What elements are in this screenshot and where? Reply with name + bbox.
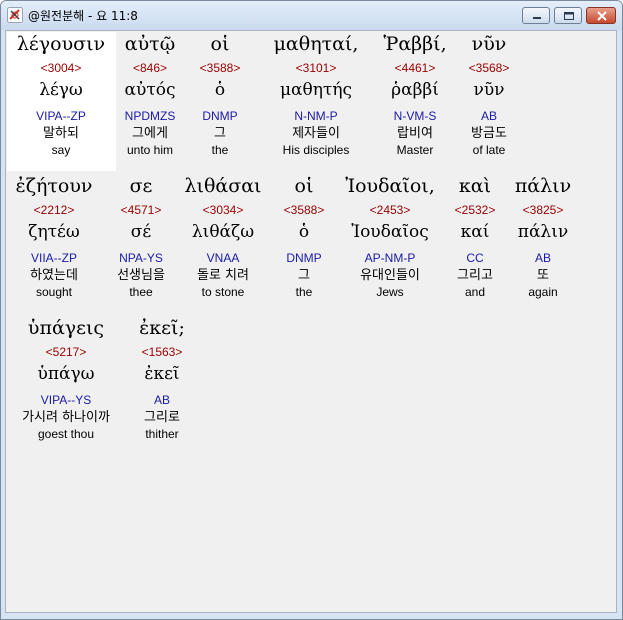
english-gloss: the — [211, 143, 229, 157]
word-block[interactable]: ἐκεῖ; <1563> ἐκεῖ AB 그리로 thither — [107, 315, 217, 441]
strong-number[interactable]: <5217> — [11, 344, 121, 360]
lemma: μαθητής — [279, 80, 353, 100]
english-gloss: of late — [472, 143, 506, 157]
lemma: ὑπάγω — [37, 364, 95, 384]
parsing-code: N-NM-P — [294, 109, 338, 123]
parsing-code: DNMP — [202, 109, 238, 123]
word-block[interactable]: οἱ <3588> ὁ DNMP 그 the — [165, 31, 275, 157]
app-icon[interactable] — [7, 7, 23, 23]
korean-gloss: 가시려 하나이까 — [22, 410, 110, 425]
greek-word: νῦν — [471, 33, 507, 55]
korean-gloss: 또 — [537, 268, 549, 283]
english-gloss: His disciples — [282, 143, 350, 157]
lemma: νῦν — [473, 80, 505, 100]
korean-gloss: 제자들이 — [292, 126, 340, 141]
parsing-code: AB — [480, 109, 497, 123]
title-bar[interactable]: @원전분해 - 요 11:8 — [1, 1, 622, 30]
english-gloss: goest thou — [37, 427, 95, 441]
lemma: ὁ — [214, 80, 226, 100]
parsing-code: VIPA--YS — [40, 393, 92, 407]
close-icon — [597, 11, 607, 21]
lemma: πάλιν — [517, 222, 569, 242]
parsing-code: AB — [534, 251, 551, 265]
minimize-icon — [533, 17, 541, 19]
greek-word: οἱ — [210, 33, 230, 55]
word-block[interactable]: νῦν <3568> νῦν AB 방금도 of late — [434, 31, 544, 157]
greek-word: ἐκεῖ; — [139, 317, 185, 339]
lemma: ἐκεῖ — [144, 364, 180, 384]
strong-number[interactable]: <3825> — [488, 202, 598, 218]
english-gloss: thither — [145, 427, 179, 441]
word-block[interactable]: πάλιν <3825> πάλιν AB 또 again — [488, 173, 598, 299]
korean-gloss: 그리로 — [144, 410, 180, 425]
parsing-code: AB — [153, 393, 170, 407]
strong-number[interactable]: <3588> — [165, 60, 275, 76]
minimize-button[interactable] — [522, 7, 550, 24]
app-window: @원전분해 - 요 11:8 λέγουσιν <3004> λέγω VIPA… — [0, 0, 623, 620]
window-title: @원전분해 - 요 11:8 — [28, 9, 138, 23]
strong-number[interactable]: <3568> — [434, 60, 544, 76]
greek-word: μαθηταί, — [273, 33, 359, 55]
strong-number[interactable]: <3101> — [261, 60, 371, 76]
maximize-icon — [564, 12, 574, 20]
word-block[interactable]: ὑπάγεις <5217> ὑπάγω VIPA--YS 가시려 하나이까 g… — [11, 315, 121, 441]
greek-word: ὑπάγεις — [27, 317, 105, 339]
analysis-panel: λέγουσιν <3004> λέγω VIPA--ZP 말하되 say αὐ… — [5, 30, 617, 613]
korean-gloss: 방금도 — [471, 126, 507, 141]
korean-gloss: 그 — [214, 126, 226, 141]
strong-number[interactable]: <1563> — [107, 344, 217, 360]
english-gloss: again — [528, 285, 558, 299]
word-block[interactable]: μαθηταί, <3101> μαθητής N-NM-P 제자들이 His … — [261, 31, 371, 157]
greek-word: πάλιν — [514, 175, 572, 197]
maximize-button[interactable] — [554, 7, 582, 24]
close-button[interactable] — [586, 7, 616, 24]
